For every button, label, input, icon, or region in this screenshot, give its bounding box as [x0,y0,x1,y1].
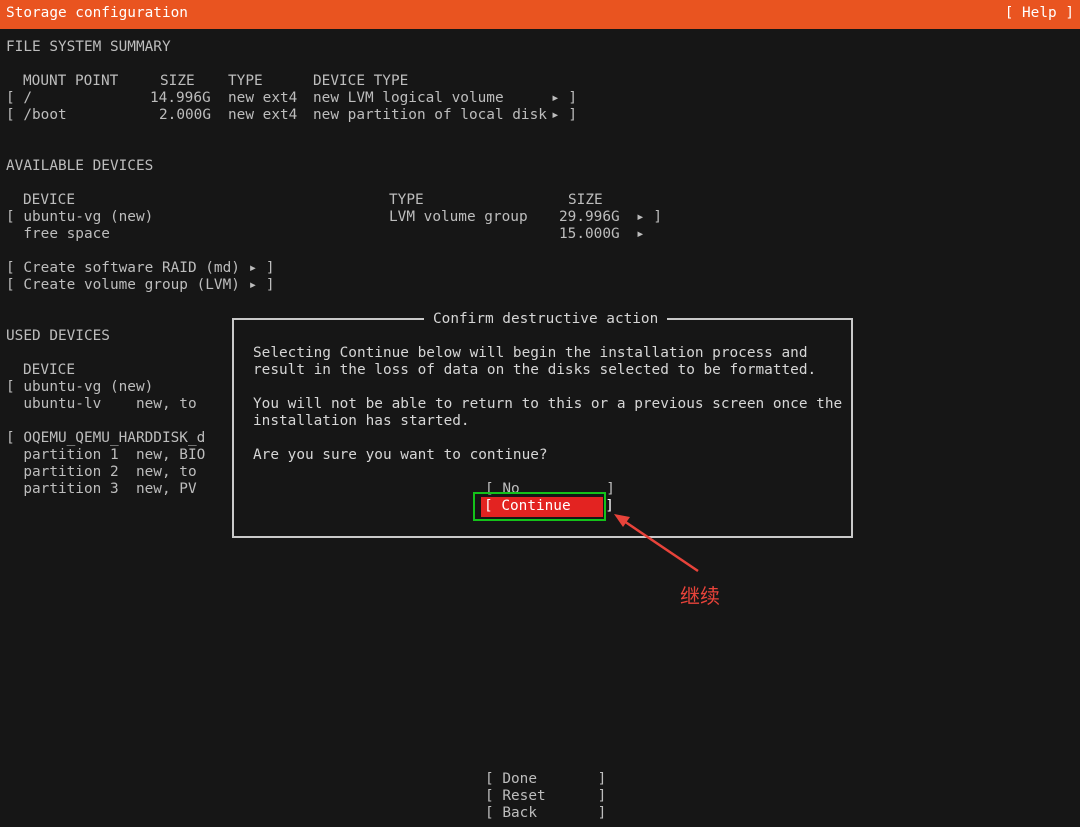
device-name: free space [6,226,110,242]
used-row-harddisk[interactable]: [ OQEMU_QEMU_HARDDISK_d [6,430,205,447]
row-menu-arrow[interactable]: ▸ [636,226,645,243]
dialog-text-line-2: result in the loss of data on the disks … [253,362,817,378]
help-button[interactable]: [ Help ] [1005,5,1074,21]
size: 2.000G [159,107,211,123]
col-device: DEVICE [23,362,75,378]
device-type: new partition of local disk [313,107,547,123]
create-lvm-button[interactable]: [ Create volume group (LVM) ▸ ] [6,277,275,294]
used-row-partition-2: partition 2 new, to [6,464,197,480]
used-row-ubuntu-lv: ubuntu-lv new, to [6,396,197,412]
back-button[interactable]: [ Back ] [485,805,606,822]
size: 14.996G [150,90,211,106]
dialog-text-line-3: You will not be able to return to this o… [253,396,843,412]
mount-point: [ /boot [6,107,67,123]
annotation-highlight-box [473,492,606,521]
device-size: 15.000G [559,226,620,242]
dialog-text-line-4: installation has started. [253,413,470,429]
device-type: LVM volume group [389,209,528,225]
used-row-partition-1: partition 1 new, BIO [6,447,206,463]
col-device: DEVICE [23,192,75,208]
fs-type: new ext4 [228,107,298,123]
dialog-title: Confirm destructive action [424,311,668,328]
reset-button[interactable]: [ Reset ] [485,788,606,805]
device-name: [ ubuntu-vg (new) [6,209,154,225]
col-mount-point: MOUNT POINT [23,73,119,89]
col-type: TYPE [389,192,424,208]
mount-point: [ / [6,90,32,106]
row-menu-arrow[interactable]: ▸ ] [636,209,662,226]
create-raid-button[interactable]: [ Create software RAID (md) ▸ ] [6,260,275,277]
col-size: SIZE [160,73,195,89]
used-devices-heading: USED DEVICES [6,328,110,344]
done-button[interactable]: [ Done ] [485,771,606,788]
device-type: new LVM logical volume [313,90,504,106]
col-device-type: DEVICE TYPE [313,73,409,89]
page-title: Storage configuration [6,5,188,21]
row-menu-arrow[interactable]: ▸ ] [551,90,577,107]
header-bar: Storage configuration [ Help ] [0,0,1080,29]
dialog-text-line-1: Selecting Continue below will begin the … [253,345,808,361]
device-size: 29.996G [559,209,620,225]
annotation-label: 继续 [680,584,720,608]
col-type: TYPE [228,73,263,89]
used-row-ubuntu-vg[interactable]: [ ubuntu-vg (new) [6,379,153,396]
col-size: SIZE [568,192,603,208]
dialog-question: Are you sure you want to continue? [253,447,548,463]
fs-summary-heading: FILE SYSTEM SUMMARY [6,39,171,55]
used-row-partition-3: partition 3 new, PV [6,481,197,497]
annotation-arrow-icon [614,514,699,573]
available-devices-heading: AVAILABLE DEVICES [6,158,154,174]
row-menu-arrow[interactable]: ▸ ] [551,107,577,124]
fs-type: new ext4 [228,90,298,106]
